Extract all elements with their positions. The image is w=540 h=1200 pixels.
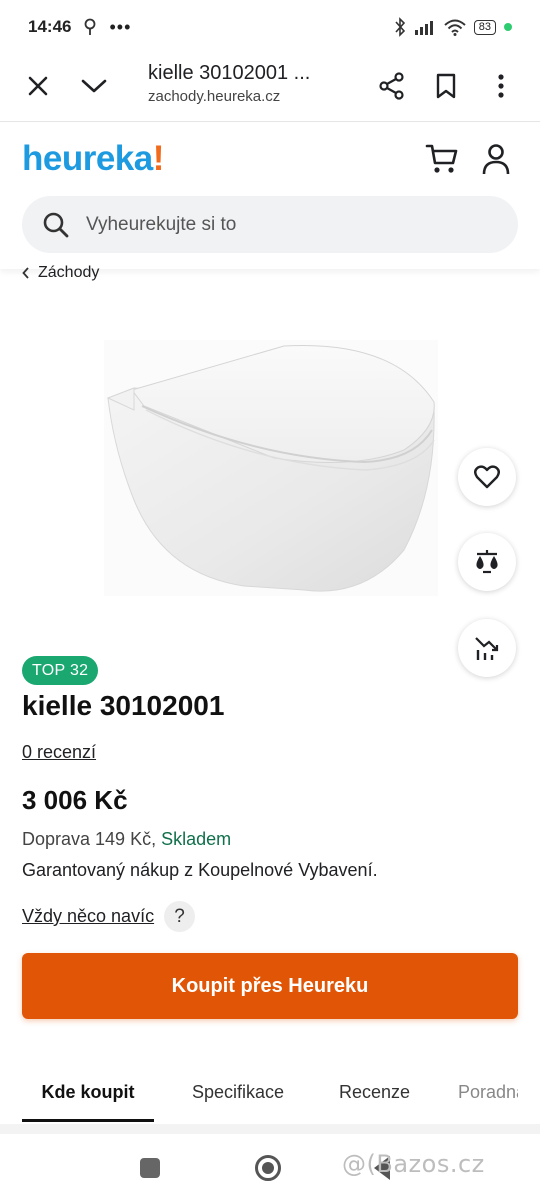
share-button[interactable] [372, 66, 412, 106]
product-tabs: Kde koupit Specifikace Recenze Poradna [0, 1064, 540, 1122]
system-navigation-bar: @(Bazos.cz [0, 1136, 540, 1200]
cart-button[interactable] [425, 143, 459, 180]
breadcrumb[interactable]: Záchody [22, 264, 99, 282]
logo-mark: ! [152, 139, 165, 178]
privacy-indicator-dot [504, 23, 512, 31]
close-icon [28, 76, 48, 96]
tab-where-to-buy[interactable]: Kde koupit [22, 1064, 154, 1122]
more-notifications-icon: ••• [109, 16, 132, 37]
stock-status: Skladem [161, 829, 232, 849]
heart-icon [474, 465, 500, 489]
share-icon [379, 72, 404, 100]
recent-apps-button[interactable] [140, 1158, 160, 1178]
status-bar: 14:46 ••• 83 [0, 0, 540, 54]
watermark: @(Bazos.cz [342, 1150, 485, 1178]
chevron-left-icon [22, 267, 29, 279]
tab-reviews[interactable]: Recenze [339, 1064, 410, 1122]
browser-toolbar: kielle 30102001 ... zachody.heureka.cz [0, 54, 540, 122]
logo-text: heureka [22, 139, 153, 178]
compare-scales-icon [476, 550, 498, 574]
cart-icon [425, 144, 458, 173]
more-options-button[interactable] [481, 66, 521, 106]
price-history-button[interactable] [458, 619, 516, 677]
bluetooth-icon [395, 17, 405, 37]
help-icon[interactable]: ? [164, 901, 196, 932]
product-price: 3 006 Kč [22, 785, 128, 815]
site-header: heureka! Vyheurekujte si to [0, 123, 540, 269]
buy-button[interactable]: Koupit přes Heureku [22, 953, 518, 1019]
wifi-icon [444, 19, 466, 36]
page-url: zachody.heureka.cz [148, 88, 281, 105]
close-tab-button[interactable] [18, 66, 58, 106]
shipping-cost: Doprava 149 Kč, [22, 829, 157, 849]
compare-button[interactable] [458, 533, 516, 591]
guarantee-text: Garantovaný nákup z Koupelnové Vybavení. [22, 860, 378, 880]
chevron-down-icon [81, 79, 107, 93]
more-vert-icon [498, 74, 504, 98]
extra-benefits: Vždy něco navíc ? [22, 901, 196, 932]
reviews-link[interactable]: 0 recenzí [22, 742, 96, 763]
account-button[interactable] [482, 143, 510, 180]
divider [0, 1124, 540, 1134]
signal-icon [414, 21, 433, 35]
price-trend-icon [475, 637, 499, 660]
collapse-button[interactable] [74, 66, 114, 106]
home-button[interactable] [255, 1155, 281, 1181]
extra-benefits-link[interactable]: Vždy něco navíc [22, 906, 154, 927]
tab-advice[interactable]: Poradna [458, 1064, 518, 1122]
tab-specifications[interactable]: Specifikace [192, 1064, 284, 1122]
search-icon [43, 212, 69, 237]
favorite-button[interactable] [458, 448, 516, 506]
shipping-info: Doprava 149 Kč, Skladem [22, 829, 231, 850]
search-placeholder: Vyheurekujte si to [86, 213, 237, 235]
user-icon [482, 144, 510, 175]
product-title: kielle 30102001 [22, 690, 225, 721]
location-icon [85, 18, 96, 35]
search-input[interactable]: Vyheurekujte si to [22, 196, 518, 253]
product-image[interactable] [104, 340, 438, 596]
heureka-logo[interactable]: heureka! [22, 139, 164, 179]
bookmark-icon [436, 73, 456, 99]
breadcrumb-label: Záchody [38, 264, 100, 281]
status-time: 14:46 [28, 17, 72, 36]
page-info[interactable]: kielle 30102001 ... zachody.heureka.cz [148, 62, 358, 105]
battery-indicator: 83 [473, 19, 496, 35]
bookmark-button[interactable] [426, 66, 466, 106]
page-title: kielle 30102001 ... [148, 62, 311, 84]
top-badge: TOP 32 [22, 656, 99, 685]
